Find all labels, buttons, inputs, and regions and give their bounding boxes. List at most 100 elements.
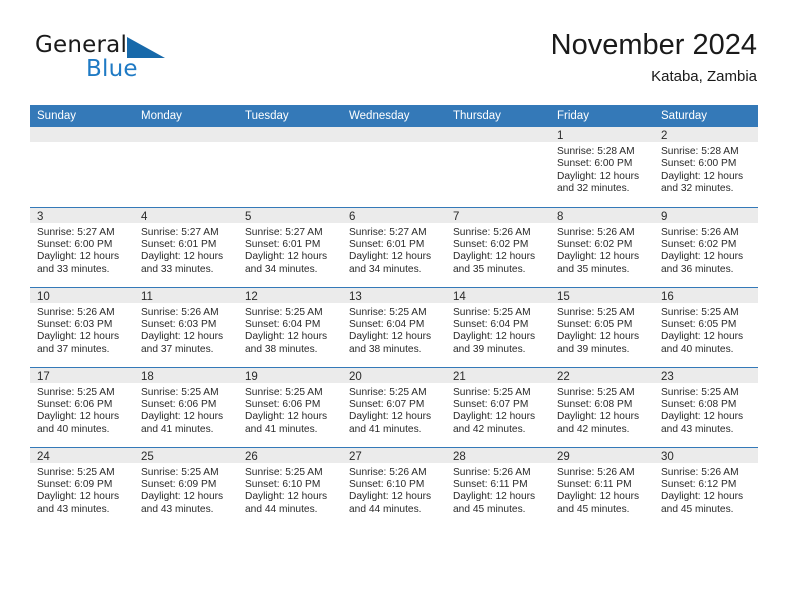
day-number: 1 bbox=[550, 127, 654, 142]
calendar-day-cell[interactable]: 29 Sunrise: 5:26 AM Sunset: 6:11 PM Dayligh… bbox=[550, 446, 654, 527]
daylight-duration-line1: Daylight: 12 hours bbox=[349, 491, 432, 503]
day-number: 29 bbox=[550, 447, 654, 463]
day-number: 15 bbox=[550, 287, 654, 303]
calendar-day-cell-empty bbox=[30, 127, 134, 207]
brand-name-blue: Blue bbox=[86, 56, 138, 82]
sunrise-time: Sunrise: 5:27 AM bbox=[141, 226, 219, 238]
page-header: General Blue November 2024 Kataba, Zambi… bbox=[35, 28, 757, 96]
day-details: Sunrise: 5:26 AM Sunset: 6:11 PM Daylight:… bbox=[446, 463, 550, 517]
calendar-day-cell[interactable]: 6 Sunrise: 5:27 AM Sunset: 6:01 PM Daylight… bbox=[342, 206, 446, 287]
weekday-header-thursday: Thursday bbox=[446, 105, 550, 127]
sunset-time: Sunset: 6:07 PM bbox=[349, 398, 425, 410]
calendar-day-cell[interactable]: 18 Sunrise: 5:25 AM Sunset: 6:06 PM Dayligh… bbox=[134, 366, 238, 447]
calendar-day-cell[interactable]: 10 Sunrise: 5:26 AM Sunset: 6:03 PM Dayligh… bbox=[30, 286, 134, 367]
daylight-duration-line1: Daylight: 12 hours bbox=[349, 411, 432, 423]
calendar-day-cell[interactable]: 1 Sunrise: 5:28 AM Sunset: 6:00 PM Daylight… bbox=[550, 127, 654, 207]
sunrise-time: Sunrise: 5:26 AM bbox=[557, 466, 635, 478]
calendar-day-cell[interactable]: 25 Sunrise: 5:25 AM Sunset: 6:09 PM Dayligh… bbox=[134, 446, 238, 527]
sunset-time: Sunset: 6:05 PM bbox=[661, 318, 737, 330]
day-number: 25 bbox=[134, 447, 238, 463]
daylight-duration-line1: Daylight: 12 hours bbox=[349, 251, 432, 263]
sunrise-time: Sunrise: 5:25 AM bbox=[37, 466, 115, 478]
day-number bbox=[342, 127, 446, 142]
sunset-time: Sunset: 6:04 PM bbox=[245, 318, 321, 330]
calendar-day-cell[interactable]: 13 Sunrise: 5:25 AM Sunset: 6:04 PM Dayligh… bbox=[342, 286, 446, 367]
daylight-duration-line2: and 32 minutes. bbox=[661, 183, 734, 195]
calendar-day-cell[interactable]: 21 Sunrise: 5:25 AM Sunset: 6:07 PM Dayligh… bbox=[446, 366, 550, 447]
sunset-time: Sunset: 6:03 PM bbox=[141, 318, 217, 330]
calendar-day-cell[interactable]: 11 Sunrise: 5:26 AM Sunset: 6:03 PM Dayligh… bbox=[134, 286, 238, 367]
day-number: 21 bbox=[446, 367, 550, 383]
sunrise-time: Sunrise: 5:25 AM bbox=[245, 386, 323, 398]
day-details: Sunrise: 5:25 AM Sunset: 6:05 PM Daylight:… bbox=[654, 303, 758, 357]
daylight-duration-line1: Daylight: 12 hours bbox=[557, 411, 640, 423]
daylight-duration-line2: and 41 minutes. bbox=[349, 423, 422, 435]
calendar-day-cell[interactable]: 12 Sunrise: 5:25 AM Sunset: 6:04 PM Dayligh… bbox=[238, 286, 342, 367]
calendar-day-cell[interactable]: 22 Sunrise: 5:25 AM Sunset: 6:08 PM Dayligh… bbox=[550, 366, 654, 447]
calendar-day-cell[interactable]: 23 Sunrise: 5:25 AM Sunset: 6:08 PM Dayligh… bbox=[654, 366, 758, 447]
day-number: 11 bbox=[134, 287, 238, 303]
calendar-day-cell[interactable]: 16 Sunrise: 5:25 AM Sunset: 6:05 PM Dayligh… bbox=[654, 286, 758, 367]
calendar-day-cell[interactable]: 24 Sunrise: 5:25 AM Sunset: 6:09 PM Dayligh… bbox=[30, 446, 134, 527]
daylight-duration-line1: Daylight: 12 hours bbox=[557, 251, 640, 263]
day-details: Sunrise: 5:26 AM Sunset: 6:12 PM Daylight:… bbox=[654, 463, 758, 517]
daylight-duration-line2: and 34 minutes. bbox=[349, 263, 422, 275]
calendar-week-row: 3 Sunrise: 5:27 AM Sunset: 6:00 PM Daylight… bbox=[30, 206, 758, 287]
daylight-duration-line2: and 45 minutes. bbox=[557, 503, 630, 515]
sunset-time: Sunset: 6:00 PM bbox=[37, 238, 113, 250]
daylight-duration-line2: and 39 minutes. bbox=[453, 343, 526, 355]
sunrise-time: Sunrise: 5:26 AM bbox=[557, 226, 635, 238]
sunset-time: Sunset: 6:04 PM bbox=[453, 318, 529, 330]
calendar-day-cell[interactable]: 3 Sunrise: 5:27 AM Sunset: 6:00 PM Daylight… bbox=[30, 206, 134, 287]
calendar-week-row: 1 Sunrise: 5:28 AM Sunset: 6:00 PM Daylight… bbox=[30, 127, 758, 207]
calendar-day-cell[interactable]: 17 Sunrise: 5:25 AM Sunset: 6:06 PM Dayligh… bbox=[30, 366, 134, 447]
sunrise-time: Sunrise: 5:25 AM bbox=[453, 306, 531, 318]
day-details: Sunrise: 5:27 AM Sunset: 6:01 PM Daylight:… bbox=[238, 223, 342, 277]
calendar-day-cell[interactable]: 14 Sunrise: 5:25 AM Sunset: 6:04 PM Dayligh… bbox=[446, 286, 550, 367]
calendar-table: Sunday Monday Tuesday Wednesday Thursday Frid… bbox=[30, 105, 758, 527]
sunrise-time: Sunrise: 5:25 AM bbox=[453, 386, 531, 398]
day-details: Sunrise: 5:26 AM Sunset: 6:02 PM Daylight:… bbox=[550, 223, 654, 277]
calendar-day-cell[interactable]: 8 Sunrise: 5:26 AM Sunset: 6:02 PM Daylight… bbox=[550, 206, 654, 287]
calendar-day-cell[interactable]: 4 Sunrise: 5:27 AM Sunset: 6:01 PM Daylight… bbox=[134, 206, 238, 287]
calendar-day-cell[interactable]: 28 Sunrise: 5:26 AM Sunset: 6:11 PM Dayligh… bbox=[446, 446, 550, 527]
sunset-time: Sunset: 6:06 PM bbox=[37, 398, 113, 410]
sunrise-time: Sunrise: 5:26 AM bbox=[141, 306, 219, 318]
daylight-duration-line2: and 33 minutes. bbox=[141, 263, 214, 275]
calendar-day-cell[interactable]: 27 Sunrise: 5:26 AM Sunset: 6:10 PM Dayligh… bbox=[342, 446, 446, 527]
calendar-day-cell[interactable]: 26 Sunrise: 5:25 AM Sunset: 6:10 PM Dayligh… bbox=[238, 446, 342, 527]
calendar-day-cell[interactable]: 9 Sunrise: 5:26 AM Sunset: 6:02 PM Daylight… bbox=[654, 206, 758, 287]
sunset-time: Sunset: 6:07 PM bbox=[453, 398, 529, 410]
daylight-duration-line2: and 35 minutes. bbox=[557, 263, 630, 275]
day-details: Sunrise: 5:25 AM Sunset: 6:10 PM Daylight:… bbox=[238, 463, 342, 517]
calendar-day-cell[interactable]: 2 Sunrise: 5:28 AM Sunset: 6:00 PM Daylight… bbox=[654, 127, 758, 207]
calendar-day-cell[interactable]: 5 Sunrise: 5:27 AM Sunset: 6:01 PM Daylight… bbox=[238, 206, 342, 287]
calendar-day-cell[interactable]: 30 Sunrise: 5:26 AM Sunset: 6:12 PM Dayligh… bbox=[654, 446, 758, 527]
sunrise-time: Sunrise: 5:27 AM bbox=[245, 226, 323, 238]
sunset-time: Sunset: 6:09 PM bbox=[141, 478, 217, 490]
calendar-day-cell[interactable]: 20 Sunrise: 5:25 AM Sunset: 6:07 PM Dayligh… bbox=[342, 366, 446, 447]
daylight-duration-line2: and 35 minutes. bbox=[453, 263, 526, 275]
daylight-duration-line1: Daylight: 12 hours bbox=[245, 491, 328, 503]
daylight-duration-line1: Daylight: 12 hours bbox=[661, 491, 744, 503]
sunrise-time: Sunrise: 5:26 AM bbox=[453, 466, 531, 478]
day-number: 13 bbox=[342, 287, 446, 303]
daylight-duration-line1: Daylight: 12 hours bbox=[453, 491, 536, 503]
weekday-header-wednesday: Wednesday bbox=[342, 105, 446, 127]
sunrise-time: Sunrise: 5:25 AM bbox=[245, 466, 323, 478]
sunset-time: Sunset: 6:03 PM bbox=[37, 318, 113, 330]
day-number: 30 bbox=[654, 447, 758, 463]
calendar-day-cell[interactable]: 7 Sunrise: 5:26 AM Sunset: 6:02 PM Daylight… bbox=[446, 206, 550, 287]
brand-logo[interactable]: General Blue bbox=[35, 32, 235, 88]
calendar-day-cell[interactable]: 19 Sunrise: 5:25 AM Sunset: 6:06 PM Dayligh… bbox=[238, 366, 342, 447]
day-details: Sunrise: 5:25 AM Sunset: 6:07 PM Daylight:… bbox=[342, 383, 446, 437]
sunset-time: Sunset: 6:02 PM bbox=[557, 238, 633, 250]
calendar-day-cell[interactable]: 15 Sunrise: 5:25 AM Sunset: 6:05 PM Dayligh… bbox=[550, 286, 654, 367]
weekday-header-sunday: Sunday bbox=[30, 105, 134, 127]
calendar-week-row: 17 Sunrise: 5:25 AM Sunset: 6:06 PM Dayligh… bbox=[30, 366, 758, 447]
day-number bbox=[238, 127, 342, 142]
daylight-duration-line2: and 45 minutes. bbox=[453, 503, 526, 515]
day-number: 8 bbox=[550, 207, 654, 223]
daylight-duration-line2: and 38 minutes. bbox=[245, 343, 318, 355]
daylight-duration-line2: and 39 minutes. bbox=[557, 343, 630, 355]
